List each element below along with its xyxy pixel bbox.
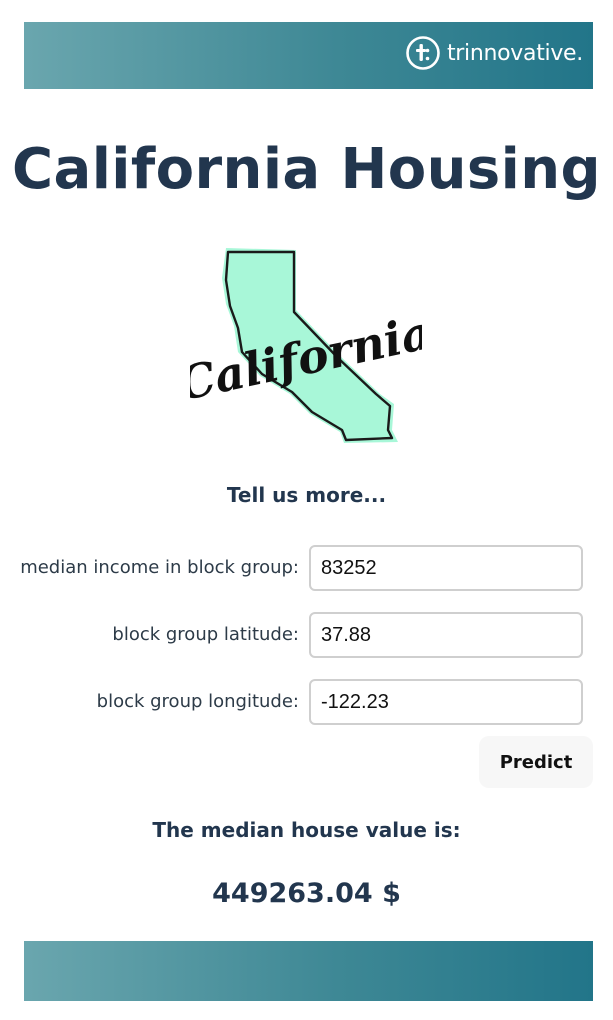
page: trinnovative. California Housing Califor… (0, 0, 613, 1020)
income-row: median income in block group: (0, 545, 613, 591)
subheading: Tell us more... (226, 483, 387, 507)
income-input[interactable] (309, 545, 583, 591)
result-value: 449263.04 $ (212, 878, 401, 909)
latitude-label: block group latitude: (112, 624, 299, 645)
latitude-row: block group latitude: (0, 612, 613, 658)
footer-banner (24, 941, 593, 1001)
california-map-logo: California (190, 248, 422, 443)
brand-name: trinnovative. (446, 40, 583, 66)
trinnovative-logo-icon (406, 36, 440, 70)
result-label: The median house value is: (152, 818, 461, 842)
predict-button[interactable]: Predict (479, 736, 593, 788)
income-label: median income in block group: (20, 557, 299, 578)
longitude-label: block group longitude: (96, 691, 299, 712)
latitude-input[interactable] (309, 612, 583, 658)
longitude-row: block group longitude: (0, 679, 613, 725)
brand-logo: trinnovative. (405, 35, 583, 71)
longitude-input[interactable] (309, 679, 583, 725)
header-banner: trinnovative. (24, 22, 593, 89)
page-title: California Housing (12, 137, 601, 202)
